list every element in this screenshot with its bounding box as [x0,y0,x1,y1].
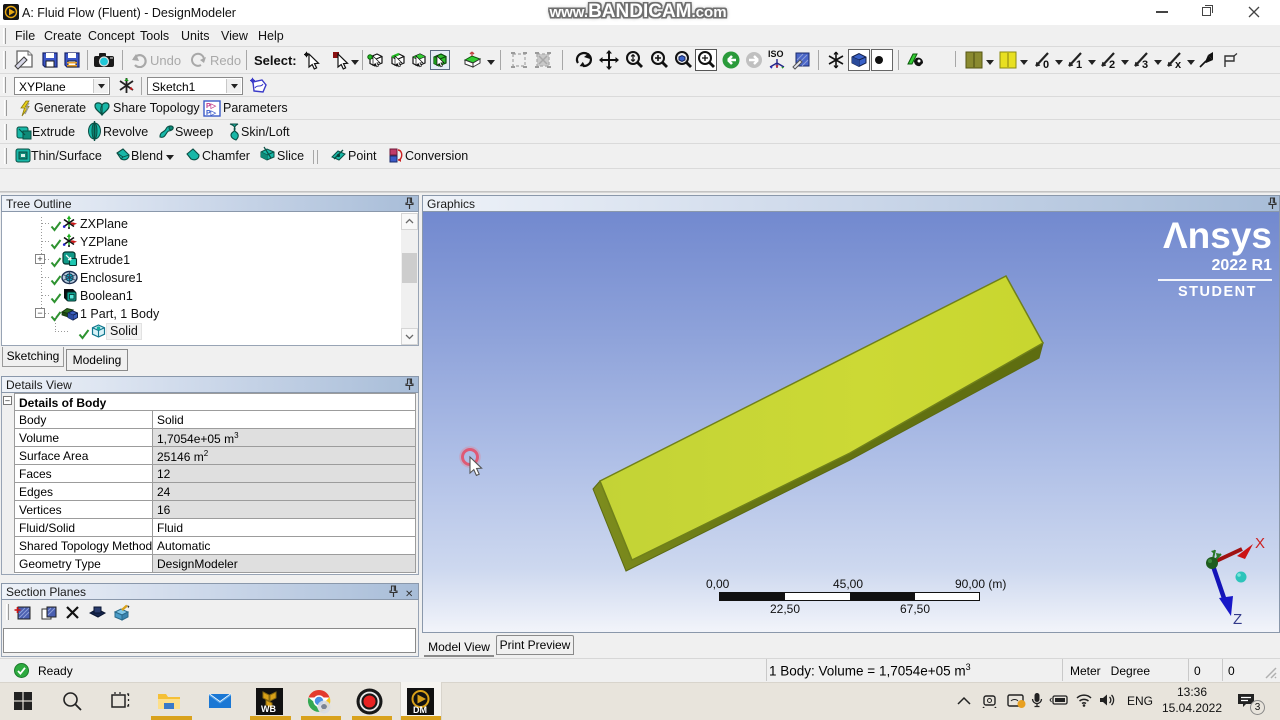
svg-text:DM: DM [413,705,427,715]
svg-text:Z: Z [1233,611,1242,627]
svg-text:P▷: P▷ [206,110,217,117]
svg-text:P▷: P▷ [206,103,217,110]
svg-text:1: 1 [1076,59,1082,70]
svg-text:X: X [1255,535,1265,552]
svg-text:WB: WB [261,704,276,714]
svg-text:3: 3 [1142,59,1148,70]
svg-text:x: x [1175,59,1182,70]
svg-text:2: 2 [1109,59,1115,70]
svg-text:0: 0 [1043,59,1049,70]
svg-text:ISO: ISO [768,49,784,59]
